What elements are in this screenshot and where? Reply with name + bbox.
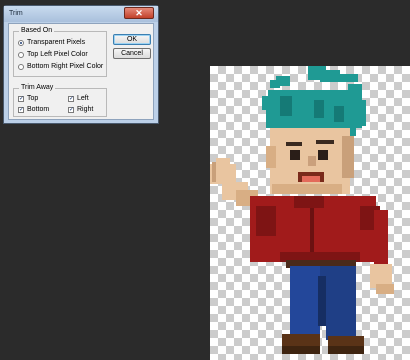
checkbox-label: Top: [27, 95, 39, 102]
trim-dialog: Trim ✕ Based On Transparent Pixels Top L…: [3, 5, 159, 124]
checkbox-top[interactable]: ✓ Top: [18, 94, 38, 103]
radio-label: Bottom Right Pixel Color: [27, 63, 104, 70]
cancel-button[interactable]: Cancel: [113, 48, 151, 59]
checkmark-icon: ✓: [18, 106, 25, 113]
dialog-body: Based On Transparent Pixels Top Left Pix…: [8, 23, 154, 120]
checkbox-label: Left: [77, 95, 89, 102]
close-button[interactable]: ✕: [124, 7, 154, 19]
checkbox-label: Bottom: [27, 106, 50, 113]
radio-selected-icon: [18, 39, 24, 46]
trim-away-legend: Trim Away: [19, 84, 56, 91]
pixel-character-image: [210, 66, 394, 354]
document-canvas[interactable]: [210, 66, 410, 360]
dialog-title: Trim: [9, 10, 23, 17]
ok-button[interactable]: OK: [113, 34, 151, 45]
radio-icon: [18, 51, 24, 58]
radio-bottom-right-pixel-color[interactable]: Bottom Right Pixel Color: [18, 62, 103, 71]
radio-top-left-pixel-color[interactable]: Top Left Pixel Color: [18, 50, 88, 59]
checkbox-label: Right: [77, 106, 94, 113]
checkmark-icon: ✓: [18, 95, 25, 102]
trim-away-group: Trim Away ✓ Top ✓ Left ✓ Bottom ✓ Right: [13, 84, 107, 117]
close-icon: ✕: [135, 8, 143, 18]
checkbox-bottom[interactable]: ✓ Bottom: [18, 105, 49, 114]
based-on-legend: Based On: [19, 27, 55, 34]
radio-label: Transparent Pixels: [27, 39, 86, 46]
radio-label: Top Left Pixel Color: [27, 51, 88, 58]
checkbox-left[interactable]: ✓ Left: [68, 94, 89, 103]
checkbox-right[interactable]: ✓ Right: [68, 105, 93, 114]
checkmark-icon: ✓: [68, 95, 75, 102]
checkmark-icon: ✓: [68, 106, 75, 113]
radio-transparent-pixels[interactable]: Transparent Pixels: [18, 38, 85, 47]
dialog-titlebar[interactable]: Trim ✕: [4, 6, 158, 22]
based-on-group: Based On Transparent Pixels Top Left Pix…: [13, 27, 107, 77]
radio-icon: [18, 63, 24, 70]
